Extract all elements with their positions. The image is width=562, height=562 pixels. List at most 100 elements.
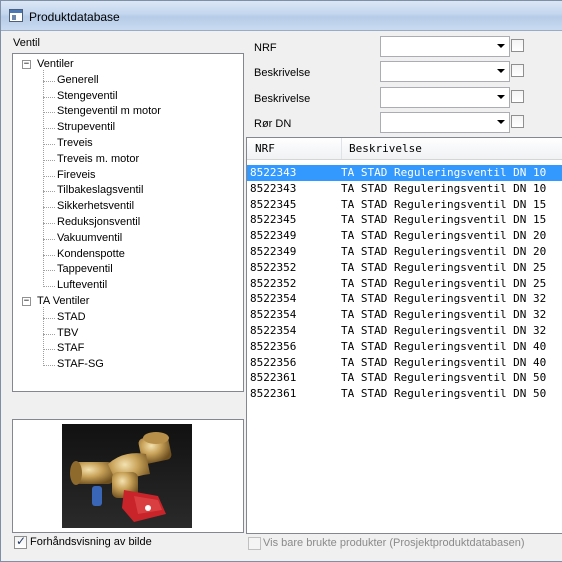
tree-item[interactable]: Stengeventil m motor: [57, 104, 161, 119]
tree-connector: [43, 175, 55, 177]
title-bar[interactable]: Produktdatabase: [1, 1, 562, 31]
cell-beskrivelse: TA STAD Reguleringsventil DN 15: [341, 197, 547, 211]
tree-item[interactable]: STAD: [57, 310, 86, 325]
cell-nrf: 8522361: [250, 371, 297, 385]
filter-combobox[interactable]: [380, 112, 510, 133]
filter-label: Rør DN: [254, 118, 292, 130]
table-row[interactable]: 8522343 TA STAD Reguleringsventil DN 10: [247, 181, 562, 197]
dropdown-arrow-icon[interactable]: [497, 120, 505, 124]
tree-item[interactable]: Treveis m. motor: [57, 152, 139, 167]
window-icon: [9, 9, 23, 22]
table-row[interactable]: 8522361 TA STAD Reguleringsventil DN 50: [247, 370, 562, 386]
tree-item[interactable]: Stengeventil: [57, 89, 118, 104]
tree-item[interactable]: STAF-SG: [57, 357, 104, 372]
cell-beskrivelse: TA STAD Reguleringsventil DN 10: [341, 166, 547, 179]
cell-nrf: 8522343: [250, 166, 297, 179]
dropdown-arrow-icon[interactable]: [497, 44, 505, 48]
tree-item[interactable]: Strupeventil: [57, 120, 115, 135]
dropdown-arrow-icon[interactable]: [497, 69, 505, 73]
cell-beskrivelse: TA STAD Reguleringsventil DN 25: [341, 260, 547, 274]
table-row[interactable]: 8522352 TA STAD Reguleringsventil DN 25: [247, 260, 562, 276]
table-row[interactable]: 8522349 TA STAD Reguleringsventil DN 20: [247, 228, 562, 244]
valve-product-image: [62, 424, 192, 528]
tree-connector: [43, 254, 55, 256]
cell-beskrivelse: TA STAD Reguleringsventil DN 25: [341, 276, 547, 290]
table-row[interactable]: 8522354 TA STAD Reguleringsventil DN 32: [247, 291, 562, 307]
filter-checkbox[interactable]: [511, 115, 524, 128]
used-products-label: Vis bare brukte produkter (Prosjektprodu…: [263, 537, 525, 549]
table-row[interactable]: 8522361 TA STAD Reguleringsventil DN 50: [247, 386, 562, 402]
column-header-nrf[interactable]: NRF: [247, 138, 341, 159]
cell-nrf: 8522354: [250, 292, 297, 306]
cell-beskrivelse: TA STAD Reguleringsventil DN 40: [341, 339, 547, 353]
cell-nrf: 8522345: [250, 197, 297, 211]
tree-connector: [43, 159, 55, 161]
tree-item[interactable]: Kondenspotte: [57, 247, 125, 262]
tree-item[interactable]: TBV: [57, 326, 78, 341]
tree-item[interactable]: Fireveis: [57, 168, 96, 183]
tree-connector: [43, 128, 55, 130]
cell-beskrivelse: TA STAD Reguleringsventil DN 15: [341, 213, 547, 227]
cell-nrf: 8522343: [250, 181, 297, 195]
table-row[interactable]: 8522345 TA STAD Reguleringsventil DN 15: [247, 197, 562, 213]
table-row[interactable]: 8522354 TA STAD Reguleringsventil DN 32: [247, 323, 562, 339]
tree-connector: [43, 270, 55, 272]
table-row[interactable]: 8522352 TA STAD Reguleringsventil DN 25: [247, 276, 562, 292]
cell-nrf: 8522354: [250, 308, 297, 322]
tree-connector: [43, 349, 55, 351]
tree-connector: [43, 365, 55, 367]
cell-beskrivelse: TA STAD Reguleringsventil DN 40: [341, 355, 547, 369]
filter-label: Beskrivelse: [254, 67, 311, 79]
tree-item[interactable]: Treveis: [57, 136, 93, 151]
tree-item[interactable]: Tappeventil: [57, 262, 113, 277]
table-row[interactable]: 8522345 TA STAD Reguleringsventil DN 15: [247, 212, 562, 228]
tree-group-1[interactable]: TA Ventiler: [37, 294, 89, 309]
tree-item[interactable]: Reduksjonsventil: [57, 215, 140, 230]
tree-connector: [43, 317, 55, 319]
cell-beskrivelse: TA STAD Reguleringsventil DN 20: [341, 229, 547, 243]
filter-combobox[interactable]: [380, 61, 510, 82]
tree-item[interactable]: Tilbakeslagsventil: [57, 183, 143, 198]
grid-body: 8522343 TA STAD Reguleringsventil DN 10 85…: [247, 165, 562, 402]
tree-connector: [43, 333, 55, 335]
tree-connector: [43, 306, 44, 366]
cell-nrf: 8522352: [250, 276, 297, 290]
used-products-checkbox[interactable]: [248, 537, 261, 550]
dropdown-arrow-icon[interactable]: [497, 95, 505, 99]
filter-checkbox[interactable]: [511, 39, 524, 52]
cell-nrf: 8522349: [250, 244, 297, 258]
cell-nrf: 8522349: [250, 229, 297, 243]
tree-connector: [43, 191, 55, 193]
column-header-beskrivelse[interactable]: Beskrivelse: [341, 138, 422, 159]
tree-item[interactable]: Generell: [57, 73, 99, 88]
table-row[interactable]: 8522356 TA STAD Reguleringsventil DN 40: [247, 355, 562, 371]
table-row[interactable]: 8522354 TA STAD Reguleringsventil DN 32: [247, 307, 562, 323]
filter-label: NRF: [254, 42, 277, 54]
ventil-tree[interactable]: − Ventiler Generell Stengeventil Stengeventi…: [12, 53, 244, 392]
cell-nrf: 8522356: [250, 355, 297, 369]
tree-item[interactable]: STAF: [57, 341, 84, 356]
table-row[interactable]: 8522343 TA STAD Reguleringsventil DN 10: [247, 165, 562, 181]
tree-item[interactable]: Lufteventil: [57, 278, 107, 293]
filter-combobox[interactable]: [380, 36, 510, 57]
preview-image-checkbox[interactable]: [14, 534, 27, 549]
window-title: Produktdatabase: [29, 10, 120, 24]
table-row[interactable]: 8522349 TA STAD Reguleringsventil DN 20: [247, 244, 562, 260]
cell-beskrivelse: TA STAD Reguleringsventil DN 50: [341, 371, 547, 385]
tree-connector: [43, 144, 55, 145]
tree-expander-icon[interactable]: −: [22, 297, 31, 306]
table-row[interactable]: 8522356 TA STAD Reguleringsventil DN 40: [247, 339, 562, 355]
tree-item[interactable]: Vakuumventil: [57, 231, 122, 246]
tree-item[interactable]: Sikkerhetsventil: [57, 199, 134, 214]
tree-connector: [43, 238, 55, 240]
tree-expander-icon[interactable]: −: [22, 60, 31, 69]
cell-beskrivelse: TA STAD Reguleringsventil DN 32: [341, 308, 547, 322]
filter-combobox[interactable]: [380, 87, 510, 108]
filter-checkbox[interactable]: [511, 64, 524, 77]
tree-connector: [43, 96, 55, 98]
filter-checkbox[interactable]: [511, 90, 524, 103]
tree-connector: [43, 207, 55, 209]
product-grid[interactable]: NRF Beskrivelse 8522343 TA STAD Regulerin…: [246, 137, 562, 534]
cell-nrf: 8522354: [250, 323, 297, 337]
filter-label: Beskrivelse: [254, 93, 311, 105]
